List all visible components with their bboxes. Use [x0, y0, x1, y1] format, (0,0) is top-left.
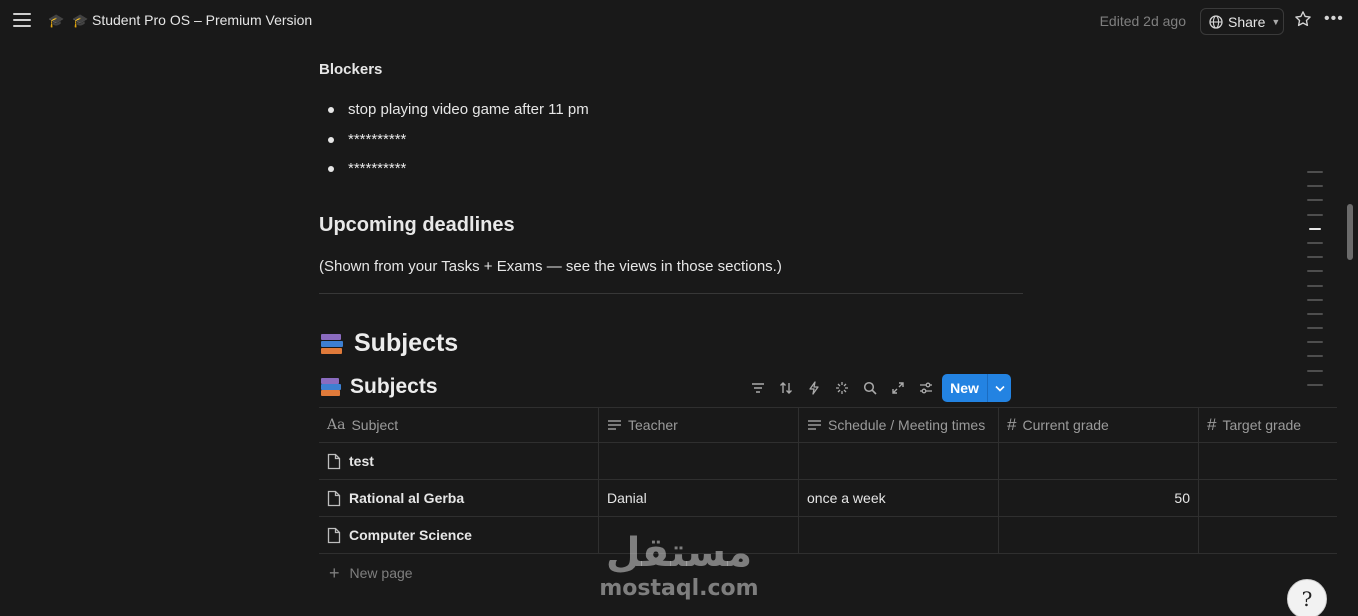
- column-header-teacher[interactable]: Teacher: [599, 408, 799, 442]
- target-grade-cell[interactable]: [1199, 480, 1337, 516]
- table-row[interactable]: Computer Science: [319, 517, 1337, 554]
- column-header-schedule[interactable]: Schedule / Meeting times: [799, 408, 999, 442]
- scrollbar[interactable]: [1347, 204, 1353, 260]
- deadlines-heading: Upcoming deadlines: [319, 214, 515, 236]
- subjects-heading: Subjects: [320, 329, 458, 358]
- number-property-icon: #: [1007, 415, 1017, 434]
- sidebar-toggle-icon[interactable]: [13, 13, 31, 29]
- list-item[interactable]: **********: [326, 130, 589, 160]
- watermark-latin: mostaql.com: [599, 576, 759, 601]
- number-property-icon: #: [1207, 415, 1217, 434]
- settings-sliders-icon[interactable]: [912, 378, 940, 398]
- divider: [319, 293, 1023, 294]
- graduation-cap-icon: 🎓: [48, 13, 65, 28]
- current-grade-cell[interactable]: [999, 517, 1199, 553]
- deadlines-text: (Shown from your Tasks + Exams — see the…: [319, 258, 782, 275]
- filter-icon[interactable]: [744, 378, 772, 398]
- subject-cell[interactable]: Computer Science: [319, 517, 599, 553]
- page-icon: [327, 490, 341, 507]
- schedule-cell[interactable]: [799, 443, 999, 479]
- ai-sparkle-icon[interactable]: [828, 378, 856, 398]
- target-grade-cell[interactable]: [1199, 443, 1337, 479]
- teacher-cell[interactable]: [599, 443, 799, 479]
- teacher-cell[interactable]: Danial: [599, 480, 799, 516]
- database-toolbar: [744, 378, 940, 398]
- graduation-cap-icon[interactable]: 🎓: [72, 13, 88, 29]
- current-grade-cell[interactable]: 50: [999, 480, 1199, 516]
- schedule-cell[interactable]: once a week: [799, 480, 999, 516]
- top-bar: 🎓 🎓 Student Pro OS – Premium Version Edi…: [0, 0, 1358, 44]
- schedule-cell[interactable]: [799, 517, 999, 553]
- list-item[interactable]: **********: [326, 159, 589, 189]
- watermark-logo: مستقل mostaql.com: [598, 530, 760, 602]
- search-icon[interactable]: [856, 378, 884, 398]
- database-title-text: Subjects: [350, 375, 438, 398]
- table-row[interactable]: test: [319, 443, 1337, 480]
- edited-timestamp[interactable]: Edited 2d ago: [1100, 13, 1186, 29]
- column-header-current-grade[interactable]: # Current grade: [999, 408, 1199, 442]
- list-item[interactable]: stop playing video game after 11 pm: [326, 100, 589, 130]
- sort-icon[interactable]: [772, 378, 800, 398]
- page-outline[interactable]: [1307, 171, 1323, 398]
- table-header-row: Aa Subject Teacher Schedule / Meeting tim…: [319, 407, 1337, 443]
- title-property-icon: Aa: [327, 417, 346, 433]
- more-options-icon[interactable]: •••: [1324, 11, 1344, 27]
- books-icon: [320, 333, 344, 355]
- help-assistant-icon[interactable]: ?: [1287, 579, 1327, 616]
- blockers-list: stop playing video game after 11 pm ****…: [326, 100, 589, 189]
- target-grade-cell[interactable]: [1199, 517, 1337, 553]
- watermark-arabic: مستقل: [605, 530, 753, 576]
- page-icon: [327, 453, 341, 470]
- breadcrumb-page-title[interactable]: Student Pro OS – Premium Version: [92, 12, 312, 28]
- expand-icon[interactable]: [884, 378, 912, 398]
- books-icon: [320, 377, 342, 397]
- current-grade-cell[interactable]: [999, 443, 1199, 479]
- table-row[interactable]: Rational al Gerba Danial once a week 50: [319, 480, 1337, 517]
- new-button[interactable]: New: [942, 374, 1011, 402]
- text-property-icon: [607, 419, 622, 431]
- subjects-table: Aa Subject Teacher Schedule / Meeting tim…: [319, 407, 1337, 554]
- blockers-heading: Blockers: [319, 61, 383, 78]
- globe-icon: [1209, 14, 1223, 29]
- database-title[interactable]: Subjects: [320, 375, 438, 399]
- subject-cell[interactable]: Rational al Gerba: [319, 480, 599, 516]
- subjects-heading-text: Subjects: [354, 329, 459, 357]
- new-button-label: New: [950, 380, 979, 396]
- share-button[interactable]: Share ▼: [1200, 8, 1284, 35]
- share-label: Share: [1228, 13, 1266, 30]
- automation-bolt-icon[interactable]: [800, 378, 828, 398]
- chevron-down-icon: ▼: [1271, 16, 1281, 27]
- favorite-star-icon[interactable]: [1294, 10, 1312, 28]
- column-header-subject[interactable]: Aa Subject: [319, 408, 599, 442]
- chevron-down-icon[interactable]: [988, 385, 1011, 392]
- page-icon: [327, 527, 341, 544]
- subject-cell[interactable]: test: [319, 443, 599, 479]
- column-header-target-grade[interactable]: # Target grade: [1199, 408, 1337, 442]
- new-page-button[interactable]: + New page: [329, 564, 413, 582]
- text-property-icon: [807, 419, 822, 431]
- plus-icon: +: [329, 563, 340, 583]
